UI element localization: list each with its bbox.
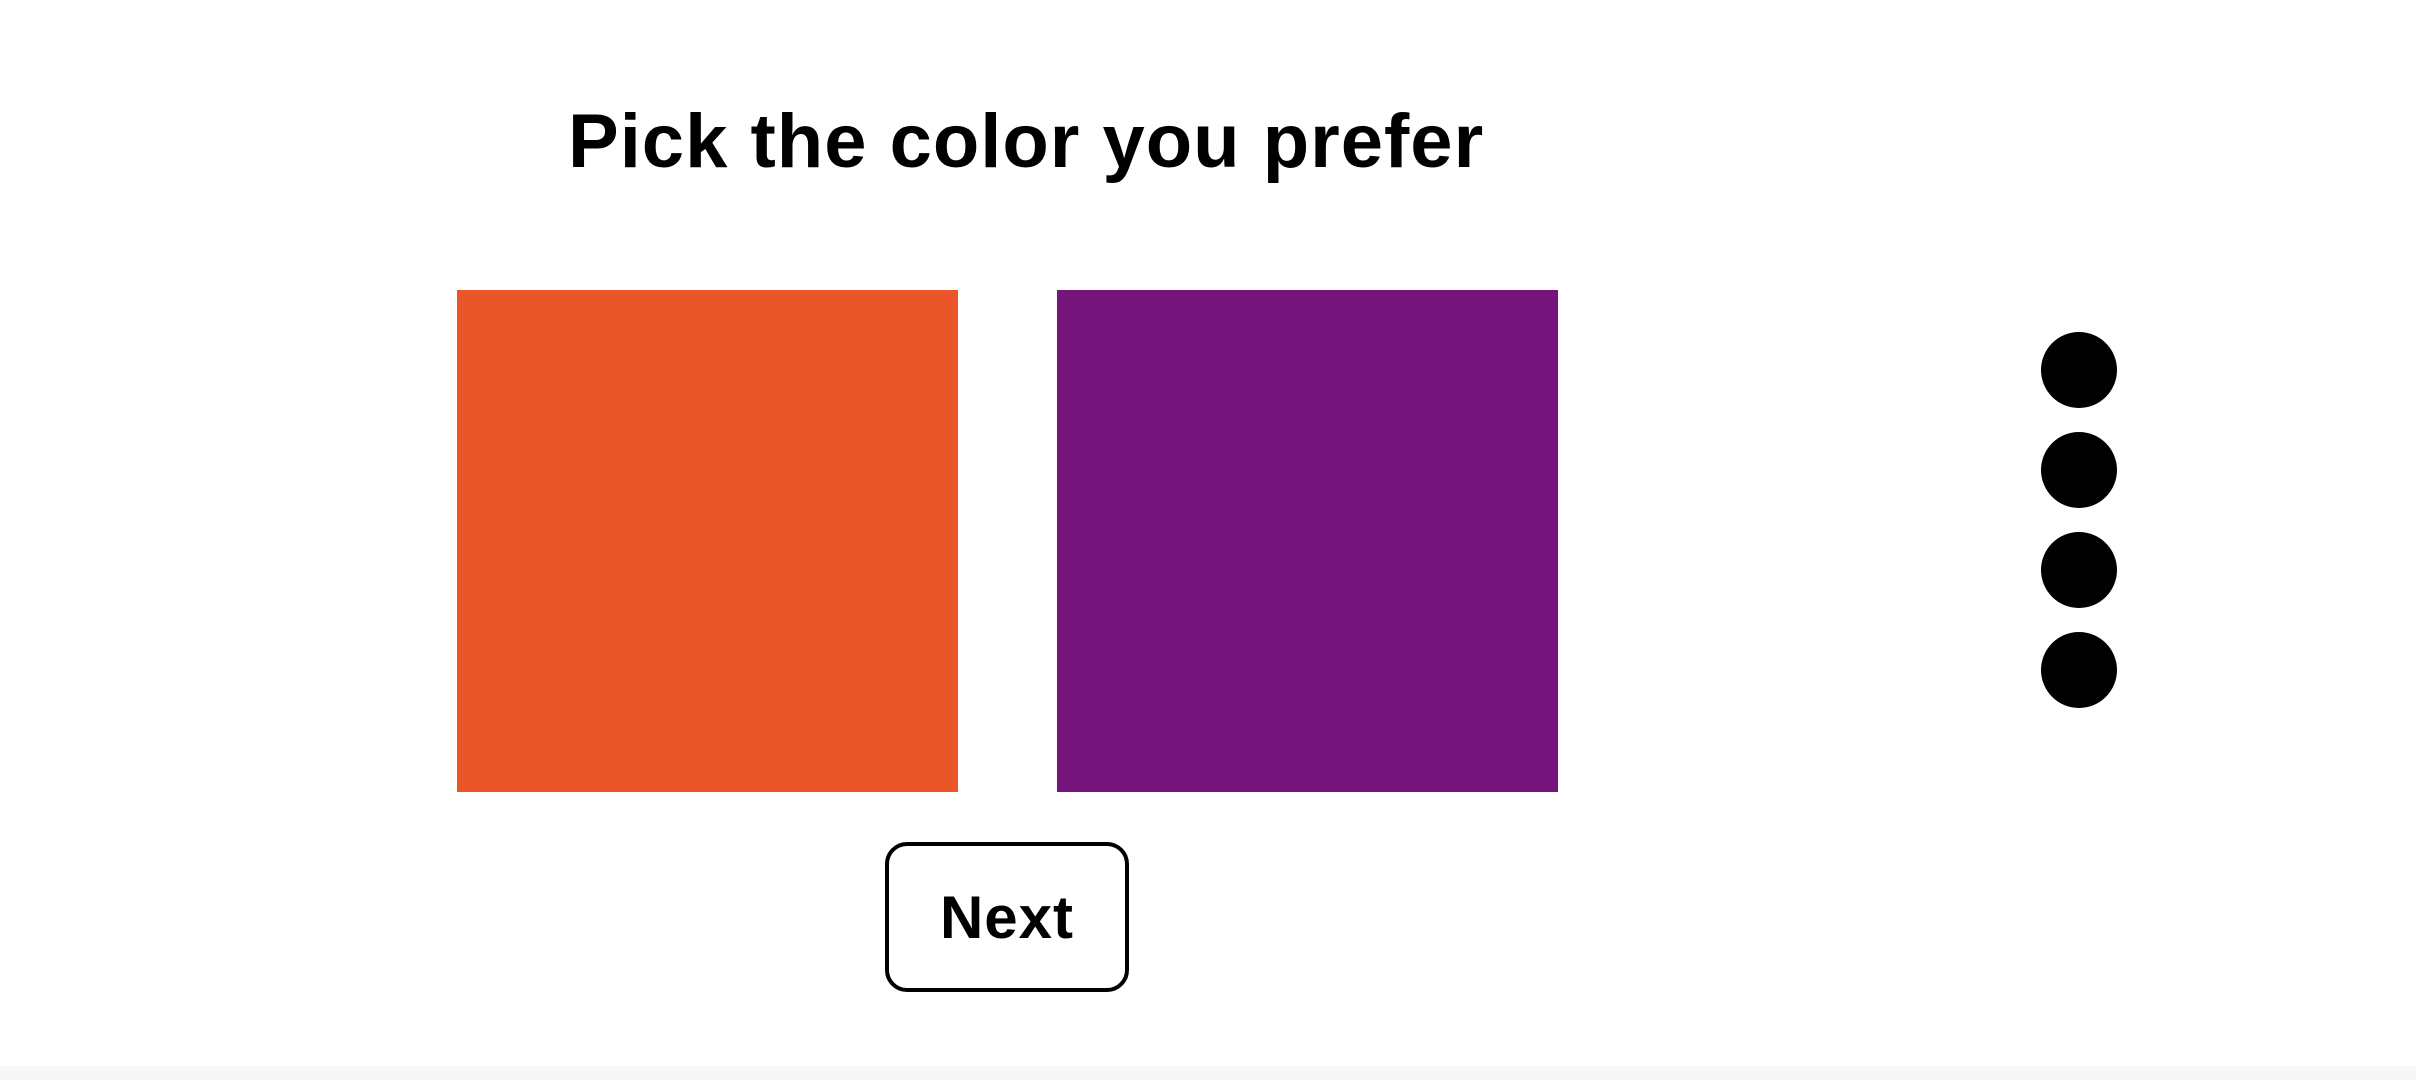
color-swatch-right[interactable] (1057, 290, 1558, 792)
next-button[interactable]: Next (885, 842, 1129, 992)
progress-dot (2041, 332, 2117, 408)
progress-dots (2041, 332, 2117, 732)
page-title: Pick the color you prefer (568, 99, 1485, 184)
progress-dot (2041, 532, 2117, 608)
color-preference-page: Pick the color you prefer Next (0, 0, 2416, 1080)
bottom-strip (0, 1066, 2416, 1080)
progress-dot (2041, 632, 2117, 708)
color-swatch-left[interactable] (457, 290, 958, 792)
progress-dot (2041, 432, 2117, 508)
